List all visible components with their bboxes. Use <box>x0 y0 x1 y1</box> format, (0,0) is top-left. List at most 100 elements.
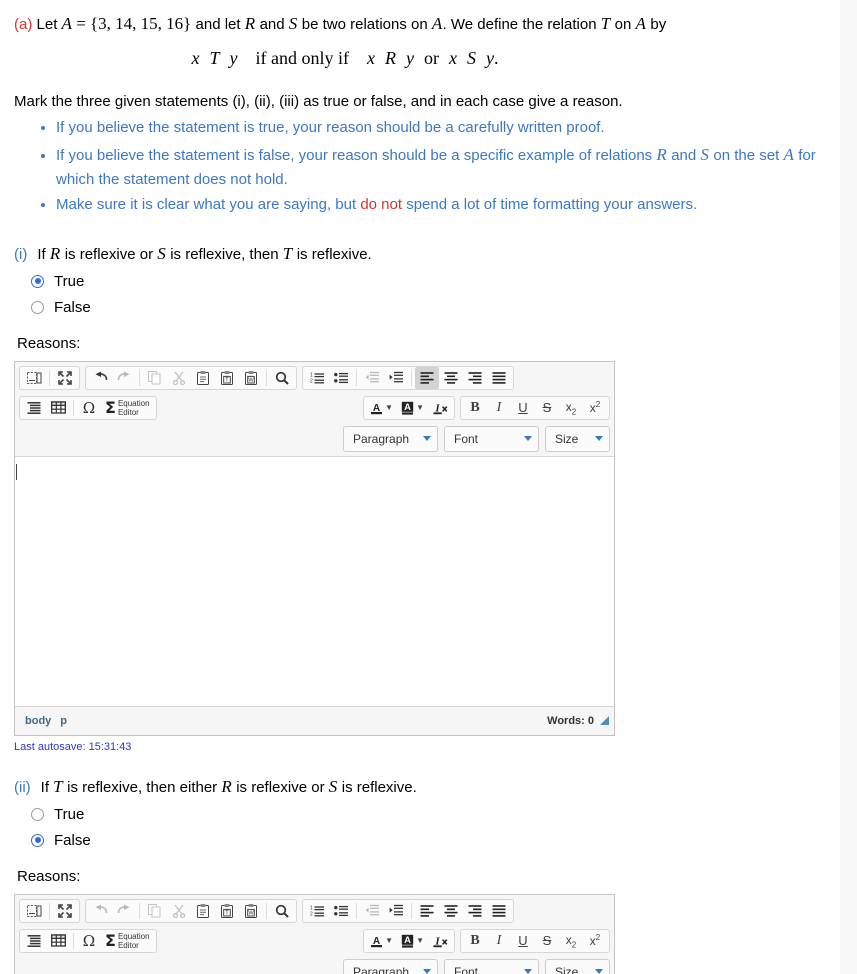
text-color-icon[interactable]: A ▼ <box>366 930 397 952</box>
sigma-glyph: Σ <box>105 931 116 951</box>
radio-option-true[interactable]: True <box>14 273 826 290</box>
background-color-icon[interactable]: A ▼ <box>397 397 428 419</box>
blockquote-icon[interactable] <box>22 930 46 952</box>
editor-content-area-1[interactable] <box>15 455 614 707</box>
increase-indent-icon[interactable] <box>384 367 408 389</box>
equation-editor-button[interactable]: Σ Equation Editor <box>101 930 154 952</box>
paste-icon[interactable] <box>191 367 215 389</box>
element-path-p[interactable]: p <box>60 715 67 727</box>
remove-format-icon[interactable]: I <box>428 930 452 952</box>
italic-icon[interactable]: I <box>487 930 511 952</box>
cut-icon[interactable] <box>167 367 191 389</box>
bold-icon[interactable]: B <box>463 930 487 952</box>
paragraph-format-select[interactable]: Paragraph <box>343 958 438 974</box>
strikethrough-icon[interactable]: S <box>535 397 559 419</box>
paste-from-word-icon[interactable]: W <box>239 367 263 389</box>
subscript-icon[interactable]: x2 <box>559 397 583 419</box>
superscript-icon[interactable]: x2 <box>583 930 607 952</box>
source-icon[interactable] <box>22 900 46 922</box>
radio-option-true[interactable]: True <box>14 806 826 823</box>
increase-indent-icon[interactable] <box>384 900 408 922</box>
chevron-down-icon[interactable]: ▼ <box>385 403 393 412</box>
text-color-icon[interactable]: A ▼ <box>366 397 397 419</box>
superscript-icon[interactable]: x2 <box>583 397 607 419</box>
align-justify-icon[interactable] <box>487 900 511 922</box>
equation-editor-button[interactable]: Σ Equation Editor <box>101 397 154 419</box>
question-ii: (ii) If T is reflexive, then either R is … <box>0 753 840 974</box>
font-family-select[interactable]: Font <box>444 425 539 452</box>
statement-post: be two relations on <box>297 16 432 33</box>
special-character-icon[interactable]: Ω <box>77 930 101 952</box>
redo-icon[interactable] <box>112 900 136 922</box>
paste-as-text-icon[interactable]: T <box>215 367 239 389</box>
q-math-3: S <box>328 776 338 796</box>
align-left-icon[interactable] <box>415 900 439 922</box>
align-right-icon[interactable] <box>463 367 487 389</box>
numbered-list-icon[interactable]: 12 <box>305 367 329 389</box>
underline-icon[interactable]: U <box>511 397 535 419</box>
element-path-body[interactable]: body <box>25 715 51 727</box>
copy-icon[interactable] <box>143 367 167 389</box>
background-color-icon[interactable]: A ▼ <box>397 930 428 952</box>
chevron-down-icon[interactable]: ▼ <box>416 403 424 412</box>
toolbar-group-insert: Ω Σ Equation Editor <box>19 395 157 420</box>
align-justify-icon[interactable] <box>487 367 511 389</box>
align-center-icon[interactable] <box>439 900 463 922</box>
radio-option-false[interactable]: False <box>14 299 826 316</box>
cut-icon[interactable] <box>167 900 191 922</box>
paste-as-text-icon[interactable]: T <box>215 900 239 922</box>
search-icon[interactable] <box>270 900 294 922</box>
special-character-icon[interactable]: Ω <box>77 397 101 419</box>
chevron-down-icon[interactable]: ▼ <box>416 936 424 945</box>
paste-icon[interactable] <box>191 900 215 922</box>
undo-icon[interactable] <box>88 367 112 389</box>
search-icon[interactable] <box>270 367 294 389</box>
align-right-icon[interactable] <box>463 900 487 922</box>
numbered-list-icon[interactable]: 12 <box>305 900 329 922</box>
maximize-icon[interactable] <box>53 367 77 389</box>
autosave-status: Last autosave: 15:31:43 <box>14 740 132 753</box>
formula-or: or <box>424 47 439 68</box>
formula-iff: if and only if <box>255 47 349 68</box>
redo-icon[interactable] <box>112 367 136 389</box>
table-icon[interactable] <box>46 930 70 952</box>
maximize-icon[interactable] <box>53 900 77 922</box>
table-icon[interactable] <box>46 397 70 419</box>
copy-icon[interactable] <box>143 900 167 922</box>
radio-button-false[interactable] <box>31 833 44 847</box>
font-size-select[interactable]: Size <box>545 958 610 974</box>
radio-button-false[interactable] <box>31 300 44 314</box>
radio-option-false[interactable]: False <box>14 832 826 849</box>
chevron-down-icon[interactable]: ▼ <box>385 936 393 945</box>
toolbar-separator <box>139 902 140 919</box>
strikethrough-icon[interactable]: S <box>535 930 559 952</box>
subscript-icon[interactable]: x2 <box>559 930 583 952</box>
q-text: is reflexive, then <box>166 245 283 263</box>
rich-text-editor-2[interactable]: T W 12 Ω Σ Equation Editor A ▼ A ▼ I B I… <box>14 893 615 974</box>
editor-status-bar-1: body p Words: 0 <box>15 706 614 735</box>
align-left-icon[interactable] <box>415 366 439 389</box>
radio-label-true: True <box>54 272 85 290</box>
remove-format-icon[interactable]: I <box>428 397 452 419</box>
bold-icon[interactable]: B <box>463 397 487 419</box>
q-text: is reflexive. <box>292 245 372 263</box>
paragraph-format-select[interactable]: Paragraph <box>343 425 438 452</box>
align-center-icon[interactable] <box>439 367 463 389</box>
blockquote-icon[interactable] <box>22 397 46 419</box>
rich-text-editor-1[interactable]: T W 12 Ω Σ Equation Editor A ▼ A ▼ I B I… <box>14 360 615 736</box>
font-size-select[interactable]: Size <box>545 425 610 452</box>
paste-from-word-icon[interactable]: W <box>239 900 263 922</box>
italic-icon[interactable]: I <box>487 397 511 419</box>
decrease-indent-icon[interactable] <box>360 367 384 389</box>
resize-handle[interactable] <box>600 716 609 726</box>
radio-button-true[interactable] <box>31 807 44 821</box>
underline-icon[interactable]: U <box>511 930 535 952</box>
source-icon[interactable] <box>22 367 46 389</box>
q-math-2: S <box>157 243 167 263</box>
font-family-select[interactable]: Font <box>444 958 539 974</box>
bulleted-list-icon[interactable] <box>329 367 353 389</box>
bulleted-list-icon[interactable] <box>329 900 353 922</box>
decrease-indent-icon[interactable] <box>360 900 384 922</box>
radio-button-true[interactable] <box>31 274 44 288</box>
undo-icon[interactable] <box>88 900 112 922</box>
